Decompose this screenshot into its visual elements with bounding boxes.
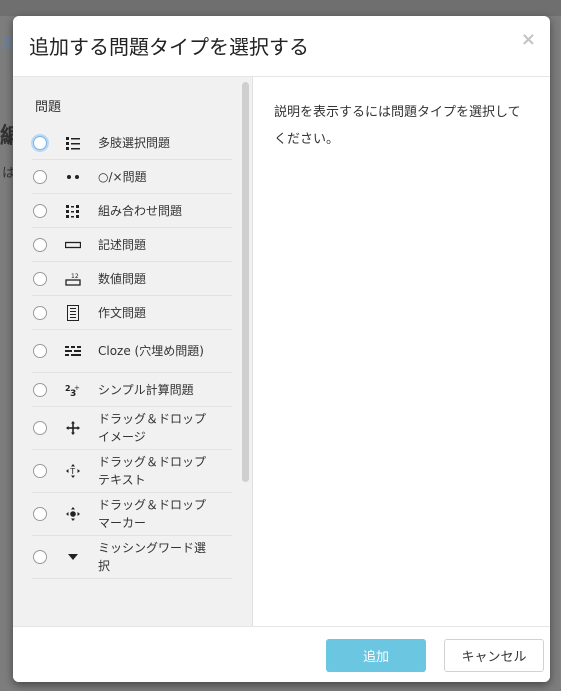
question-type-item[interactable]: ドラッグ＆ドロップイメージ — [32, 407, 232, 450]
cancel-button[interactable]: キャンセル — [444, 639, 544, 672]
question-type-radio[interactable] — [33, 421, 47, 435]
question-type-radio[interactable] — [33, 237, 47, 252]
question-type-label: 記述問題 — [98, 237, 147, 252]
question-type-item[interactable]: ○/×問題 — [32, 160, 232, 194]
question-type-item[interactable]: 多肢選択問題 — [32, 126, 232, 160]
question-type-label: ドラッグ＆ドロップマーカー — [98, 498, 207, 530]
question-type-radio[interactable] — [33, 135, 47, 150]
gapselect-icon — [65, 549, 81, 565]
numerical-icon: 12 — [65, 271, 81, 287]
question-type-radio[interactable] — [33, 169, 47, 184]
page-background-header — [0, 0, 561, 16]
svg-text:+: + — [74, 384, 80, 392]
question-type-label: 数値問題 — [98, 271, 147, 286]
question-type-item[interactable]: ドラッグ＆ドロップマーカー — [32, 493, 232, 536]
multichoice-icon — [65, 135, 81, 151]
question-type-label: 組み合わせ問題 — [98, 203, 183, 218]
dialog-footer: 追加 キャンセル — [13, 626, 550, 682]
svg-text:12: 12 — [71, 273, 79, 280]
question-type-label: ミッシングワード選択 — [98, 541, 207, 573]
question-type-radio[interactable] — [33, 382, 47, 397]
match-icon — [65, 203, 81, 219]
question-type-item[interactable]: 12 数値問題 — [32, 262, 232, 296]
question-type-item[interactable]: T ドラッグ＆ドロップテキスト — [32, 450, 232, 493]
question-type-label: 作文問題 — [98, 305, 147, 320]
question-type-list-pane[interactable]: 問題 多肢選択問題 ○/×問題組み合わせ問題 記述問題 12 数値問題作文問題 Cloze… — [13, 77, 252, 626]
question-type-list: 多肢選択問題 ○/×問題組み合わせ問題 記述問題 12 数値問題作文問題 Cloze (穴… — [32, 126, 232, 579]
question-type-item[interactable]: 作文問題 — [32, 296, 232, 330]
question-type-radio[interactable] — [33, 305, 47, 320]
essay-icon — [65, 304, 81, 321]
ddmarker-icon — [65, 506, 81, 522]
question-type-label: シンプル計算問題 — [98, 382, 194, 397]
ddwtos-icon: T — [65, 463, 81, 479]
add-button[interactable]: 追加 — [326, 639, 426, 672]
question-type-item[interactable]: 2 3 + シンプル計算問題 — [32, 373, 232, 407]
svg-text:T: T — [69, 467, 75, 476]
truefalse-icon — [65, 169, 81, 185]
pane-divider — [252, 77, 253, 626]
question-type-label: 多肢選択問題 — [98, 135, 171, 150]
dialog-body: 問題 多肢選択問題 ○/×問題組み合わせ問題 記述問題 12 数値問題作文問題 Cloze… — [13, 77, 550, 626]
question-type-radio[interactable] — [33, 507, 47, 521]
cloze-icon — [65, 343, 81, 359]
question-type-radio[interactable] — [33, 203, 47, 218]
question-type-item[interactable]: Cloze (穴埋め問題) — [32, 330, 232, 373]
ddimageortext-icon — [65, 420, 81, 436]
question-type-radio[interactable] — [33, 464, 47, 478]
shortanswer-icon — [65, 237, 81, 253]
question-type-label: ドラッグ＆ドロップテキスト — [98, 455, 207, 487]
dialog-title: 追加する問題タイプを選択する — [29, 35, 309, 59]
question-type-radio[interactable] — [33, 344, 47, 358]
question-type-radio[interactable] — [33, 271, 47, 286]
question-type-item[interactable]: 組み合わせ問題 — [32, 194, 232, 228]
question-type-item[interactable]: ミッシングワード選択 — [32, 536, 232, 579]
question-type-chooser-dialog: 追加する問題タイプを選択する × 問題 多肢選択問題 ○/×問題組み合わせ問題 記述… — [13, 16, 550, 682]
list-scrollbar[interactable] — [242, 82, 249, 482]
question-type-item[interactable]: 記述問題 — [32, 228, 232, 262]
question-type-label: ドラッグ＆ドロップイメージ — [98, 412, 207, 444]
question-type-label: Cloze (穴埋め問題) — [98, 344, 204, 358]
close-icon[interactable]: × — [521, 30, 536, 50]
question-type-radio[interactable] — [33, 550, 47, 564]
calculatedsimple-icon: 2 3 + — [65, 382, 81, 398]
description-pane: 説明を表示するには問題タイプを選択してください。 — [274, 105, 521, 147]
dialog-header: 追加する問題タイプを選択する × — [13, 16, 550, 77]
question-type-label: ○/×問題 — [98, 169, 147, 184]
list-heading: 問題 — [35, 100, 62, 115]
